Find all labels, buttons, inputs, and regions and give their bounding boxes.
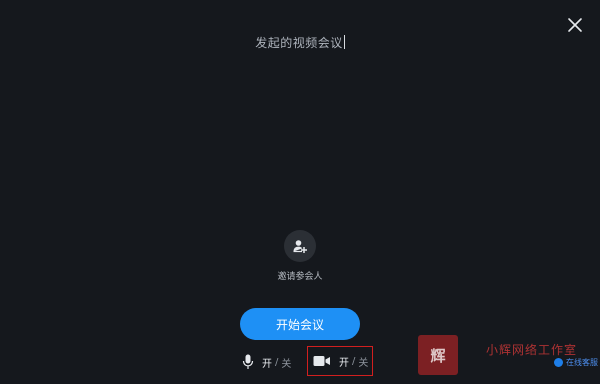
mic-off-label: 关 xyxy=(281,358,292,370)
meeting-title-field[interactable]: 发起的视频会议 xyxy=(0,34,600,51)
meeting-title-text: 发起的视频会议 xyxy=(255,36,343,50)
text-caret xyxy=(343,35,345,49)
invite-label: 邀请参会人 xyxy=(277,272,323,282)
close-icon xyxy=(568,18,582,32)
watermark-studio-text: 小辉网络工作室 xyxy=(486,343,578,357)
chat-bubble-icon xyxy=(554,358,563,367)
close-button[interactable] xyxy=(566,16,584,34)
invite-participants-button[interactable] xyxy=(284,230,316,262)
mic-separator: / xyxy=(275,356,279,368)
online-service-label: 在线客服 xyxy=(566,358,598,367)
microphone-icon xyxy=(242,354,254,369)
camera-separator: / xyxy=(352,355,356,367)
microphone-toggle[interactable]: 开 / 关 xyxy=(242,352,291,372)
start-meeting-button[interactable]: 开始会议 xyxy=(240,308,360,340)
invite-section: 邀请参会人 xyxy=(0,230,600,282)
add-person-icon xyxy=(293,240,307,253)
watermark-logo: 辉 xyxy=(418,335,458,375)
camera-off-label: 关 xyxy=(358,357,369,369)
camera-toggle[interactable]: 开 / 关 xyxy=(307,346,373,376)
mic-on-label: 开 xyxy=(262,358,272,370)
online-service-badge[interactable]: 在线客服 xyxy=(554,357,598,368)
camera-on-label: 开 xyxy=(339,357,349,369)
watermark: 辉 小辉网络工作室 在线客服 xyxy=(418,333,598,379)
video-camera-icon xyxy=(313,356,330,366)
